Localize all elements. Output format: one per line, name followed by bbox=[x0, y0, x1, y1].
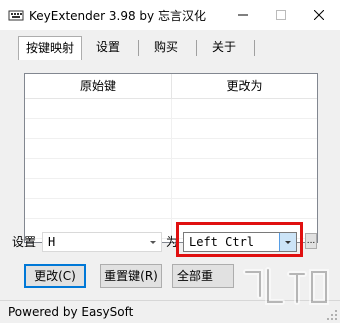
grid-row-line bbox=[25, 118, 317, 119]
close-button[interactable] bbox=[300, 0, 338, 30]
column-header-original-key[interactable]: 原始键 bbox=[25, 74, 171, 98]
status-text: Powered by EasySoft bbox=[8, 305, 134, 319]
tab-separator bbox=[138, 40, 139, 56]
tab-key-mapping[interactable]: 按键映射 bbox=[18, 36, 82, 60]
reset-key-button[interactable]: 重置键(R) bbox=[100, 264, 162, 288]
grid-row-line bbox=[25, 198, 317, 199]
source-key-combo[interactable]: H bbox=[42, 232, 162, 252]
change-button[interactable]: 更改(C) bbox=[24, 264, 86, 288]
tab-settings[interactable]: 设置 bbox=[86, 36, 130, 58]
close-icon bbox=[314, 10, 324, 20]
watermark-logo bbox=[243, 267, 329, 305]
maximize-icon bbox=[276, 10, 286, 20]
title-bar[interactable]: KeyExtender 3.98 by 忘言汉化 bbox=[0, 0, 340, 30]
tab-separator bbox=[196, 40, 197, 56]
tab-about[interactable]: 关于 bbox=[202, 36, 246, 58]
list-header: 原始键 更改为 bbox=[25, 74, 317, 99]
source-key-label: 设置 bbox=[12, 235, 37, 249]
tab-separator bbox=[254, 40, 255, 56]
highlight-box bbox=[176, 222, 303, 257]
grid-row-line bbox=[25, 138, 317, 139]
grid-row-line bbox=[25, 218, 317, 219]
app-icon bbox=[8, 7, 24, 23]
tab-purchase[interactable]: 购买 bbox=[144, 36, 188, 58]
maximize-button[interactable] bbox=[262, 0, 300, 30]
minimize-icon bbox=[238, 14, 248, 16]
more-button[interactable]: ... bbox=[305, 233, 317, 249]
window-title: KeyExtender 3.98 by 忘言汉化 bbox=[29, 9, 206, 23]
source-key-value: H bbox=[48, 235, 56, 249]
grid-row-line bbox=[25, 158, 317, 159]
mapping-list[interactable]: 原始键 更改为 bbox=[24, 73, 318, 243]
minimize-button[interactable] bbox=[224, 0, 262, 30]
chevron-down-icon bbox=[150, 241, 156, 244]
grid-column-line bbox=[171, 99, 172, 242]
reset-all-button[interactable]: 全部重 bbox=[172, 264, 234, 288]
column-header-change-to[interactable]: 更改为 bbox=[172, 74, 317, 98]
grid-row-line bbox=[25, 178, 317, 179]
